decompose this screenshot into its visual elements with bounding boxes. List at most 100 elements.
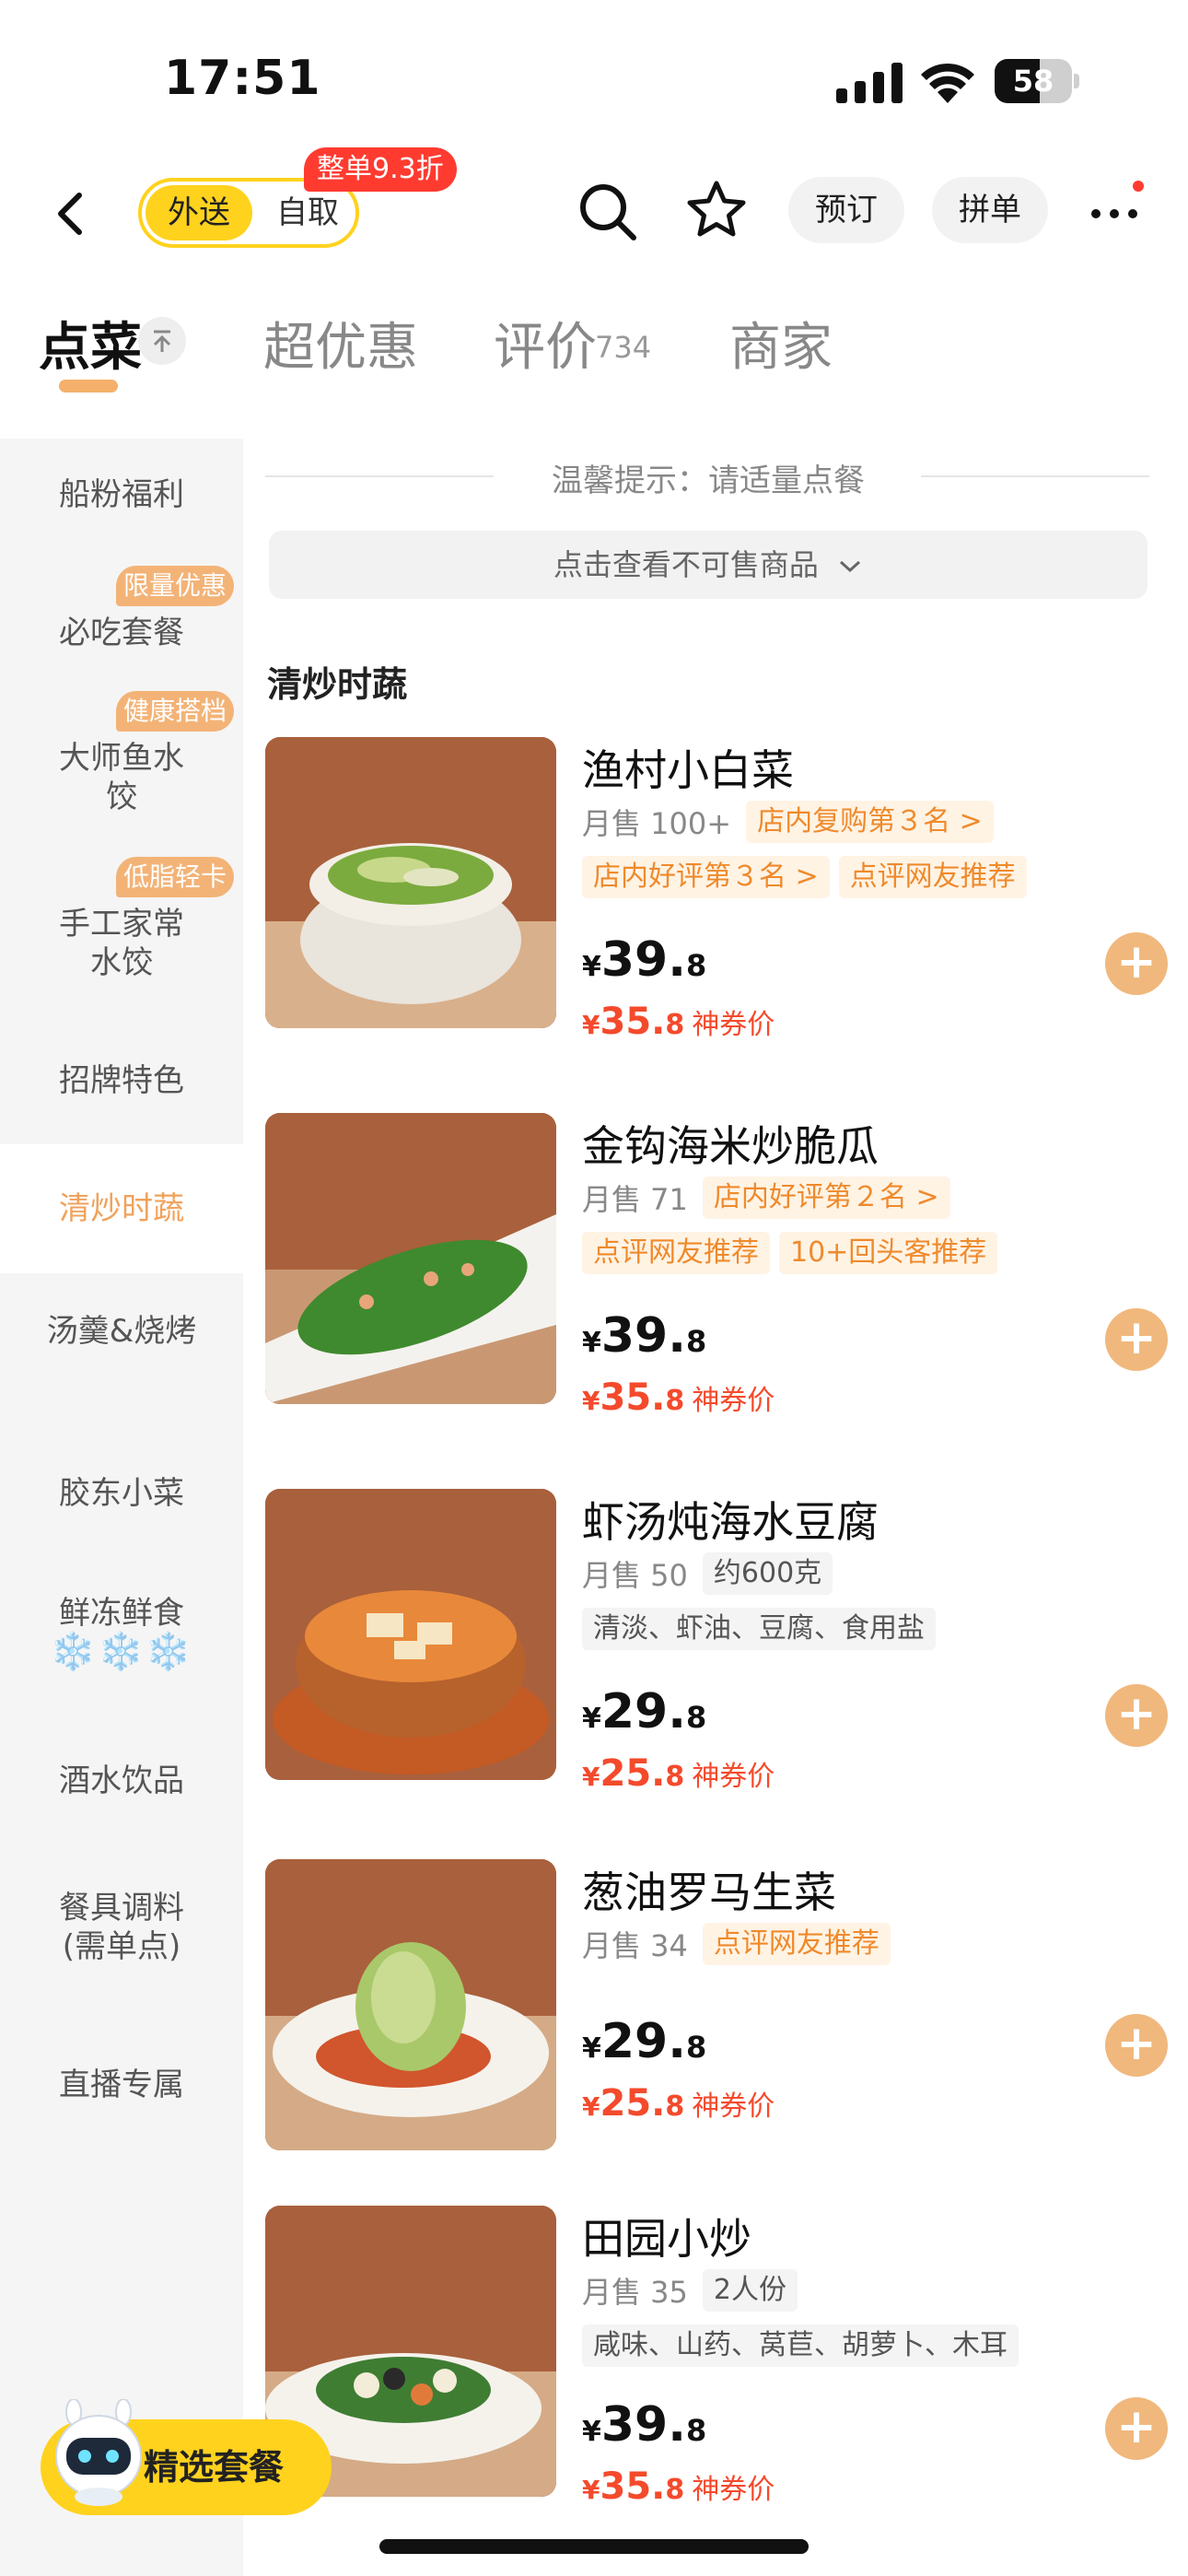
coupon-price: ¥35.8 神券价 — [582, 1001, 775, 1043]
monthly-sales: 月售 35 — [582, 2275, 688, 2310]
plus-icon: + — [1116, 1686, 1157, 1741]
sidebar-badge: 限量优惠 — [115, 566, 234, 606]
tab-deals[interactable]: 超优惠 — [263, 306, 418, 381]
recommend-tag: 10+回头客推荐 — [779, 1232, 998, 1274]
divider — [921, 475, 1149, 477]
search-icon[interactable] — [578, 182, 637, 241]
price: ¥29.8 — [582, 1684, 707, 1739]
nav-bar: 外送 自取 整单9.3折 预订 拼单 — [0, 147, 1188, 276]
dish-image[interactable] — [265, 1489, 556, 1780]
monthly-sales: 月售 71 — [582, 1182, 688, 1217]
status-time: 17:51 — [164, 51, 321, 106]
dish-image[interactable] — [265, 737, 556, 1028]
sidebar-item-drinks[interactable]: 酒水饮品 — [0, 1762, 243, 1817]
add-to-cart-button[interactable]: + — [1105, 1684, 1168, 1747]
back-icon[interactable] — [48, 184, 92, 243]
sidebar-badge: 低脂轻卡 — [115, 857, 234, 897]
add-to-cart-button[interactable]: + — [1105, 1308, 1168, 1371]
category-sidebar: 船粉福利 限量优惠 必吃套餐 健康搭档 大师鱼水饺 低脂轻卡 手工家常水饺 招牌… — [0, 439, 243, 2576]
snowflake-icon: ❄️❄️❄️ — [50, 1631, 193, 1673]
recommend-tag: 点评网友推荐 — [582, 1232, 770, 1274]
dish-name: 田园小炒 — [582, 2214, 751, 2264]
add-to-cart-button[interactable]: + — [1105, 2397, 1168, 2460]
recommend-tag: 点评网友推荐 — [702, 1923, 891, 1965]
recommend-tag: 点评网友推荐 — [838, 856, 1027, 898]
robot-mascot-icon — [55, 2399, 142, 2506]
signal-icon — [836, 63, 903, 103]
ingredients-tag: 清淡、虾油、豆腐、食用盐 — [582, 1608, 936, 1650]
home-indicator — [379, 2539, 809, 2554]
monthly-sales: 月售 50 — [582, 1558, 688, 1593]
notification-dot — [1133, 181, 1144, 192]
add-to-cart-button[interactable]: + — [1105, 2014, 1168, 2077]
featured-combo-button[interactable]: 精选套餐 — [41, 2399, 332, 2515]
pin-top-icon[interactable] — [138, 317, 186, 365]
dish-name: 金钩海米炒脆瓜 — [582, 1121, 879, 1171]
combo-label: 精选套餐 — [144, 2447, 285, 2488]
dish-card[interactable]: 渔村小白菜 月售 100+ 店内复购第３名 > 店内好评第３名 > 点评网友推荐… — [265, 737, 1168, 1043]
reviews-count: 734 — [595, 330, 652, 365]
dish-card[interactable]: 金钩海米炒脆瓜 月售 71 店内好评第２名 > 点评网友推荐 10+回头客推荐 … — [265, 1113, 1168, 1419]
category-title: 清炒时蔬 — [267, 664, 408, 705]
ingredients-tag: 咸味、山药、莴苣、胡萝卜、木耳 — [582, 2324, 1019, 2367]
ranking-tag[interactable]: 店内好评第３名 > — [582, 856, 830, 898]
dish-image[interactable] — [265, 1859, 556, 2150]
wifi-icon — [921, 63, 974, 103]
order-tip: 温馨提示：请适量点餐 — [552, 463, 865, 499]
plus-icon: + — [1116, 934, 1157, 989]
monthly-sales: 月售 100+ — [582, 806, 732, 841]
battery-icon: 58 — [995, 59, 1079, 103]
dish-image[interactable] — [265, 1113, 556, 1404]
sidebar-item-frozen[interactable]: 鲜冻鲜食 ❄️❄️❄️ — [0, 1594, 243, 1695]
sidebar-item-combo[interactable]: 限量优惠 必吃套餐 — [0, 566, 243, 667]
ranking-tag[interactable]: 店内好评第２名 > — [702, 1177, 950, 1219]
active-tab-indicator — [59, 380, 118, 392]
dish-name: 葱油罗马生菜 — [582, 1868, 836, 1917]
portion-tag: 约600克 — [702, 1552, 833, 1595]
price: ¥39.8 — [582, 1308, 707, 1364]
discount-badge: 整单9.3折 — [304, 147, 457, 192]
portion-tag: 2人份 — [702, 2269, 798, 2312]
tab-bar: 点菜 超优惠 评价 734 商家 — [0, 276, 1188, 415]
price: ¥29.8 — [582, 2014, 707, 2069]
reserve-button[interactable]: 预订 — [788, 177, 904, 243]
ranking-tag[interactable]: 店内复购第３名 > — [746, 801, 994, 843]
coupon-price: ¥35.8 神券价 — [582, 2465, 775, 2508]
dish-name: 虾汤炖海水豆腐 — [582, 1497, 879, 1547]
mode-pickup[interactable]: 自取 — [263, 185, 352, 240]
unavailable-items-toggle[interactable]: 点击查看不可售商品 — [269, 531, 1147, 599]
sidebar-item-vegetables[interactable]: 清炒时蔬 — [0, 1144, 243, 1273]
divider — [265, 475, 494, 477]
price: ¥39.8 — [582, 932, 707, 988]
dish-name: 渔村小白菜 — [582, 745, 794, 795]
sidebar-item-homemade-dumplings[interactable]: 低脂轻卡 手工家常水饺 — [0, 857, 243, 986]
sidebar-item-tableware[interactable]: 餐具调料(需单点) — [0, 1889, 243, 1981]
dish-card[interactable]: 虾汤炖海水豆腐 月售 50 约600克 清淡、虾油、豆腐、食用盐 ¥29.8 ¥… — [265, 1489, 1168, 1795]
group-order-button[interactable]: 拼单 — [932, 177, 1048, 243]
add-to-cart-button[interactable]: + — [1105, 932, 1168, 995]
sidebar-item-benefits[interactable]: 船粉福利 — [0, 475, 243, 531]
sidebar-item-signature[interactable]: 招牌特色 — [0, 1061, 243, 1117]
tab-merchant[interactable]: 商家 — [729, 306, 833, 381]
sidebar-item-fish-dumplings[interactable]: 健康搭档 大师鱼水饺 — [0, 691, 243, 820]
tab-reviews[interactable]: 评价 — [494, 306, 597, 381]
plus-icon: + — [1116, 1310, 1157, 1365]
sidebar-item-soup-bbq[interactable]: 汤羹&烧烤 — [0, 1312, 243, 1404]
plus-icon: + — [1116, 2399, 1157, 2454]
tab-menu[interactable]: 点菜 — [39, 306, 142, 381]
dish-card[interactable]: 葱油罗马生菜 月售 34 点评网友推荐 ¥29.8 ¥25.8 神券价 + — [265, 1859, 1168, 2163]
dish-card[interactable]: 田园小炒 月售 35 2人份 咸味、山药、莴苣、胡萝卜、木耳 ¥39.8 ¥35… — [265, 2206, 1168, 2510]
plus-icon: + — [1116, 2016, 1157, 2071]
mode-delivery[interactable]: 外送 — [146, 185, 252, 240]
battery-percent: 58 — [1012, 64, 1054, 99]
chevron-down-icon — [840, 560, 861, 573]
coupon-price: ¥25.8 神券价 — [582, 2082, 775, 2125]
price: ¥39.8 — [582, 2397, 707, 2453]
more-icon[interactable] — [1089, 195, 1144, 232]
sidebar-item-side-dishes[interactable]: 胶东小菜 — [0, 1474, 243, 1529]
favorite-star-icon[interactable] — [685, 179, 748, 241]
monthly-sales: 月售 34 — [582, 1928, 688, 1963]
coupon-price: ¥35.8 神券价 — [582, 1376, 775, 1419]
sidebar-item-live[interactable]: 直播专属 — [0, 2066, 243, 2121]
status-bar: 17:51 58 — [0, 0, 1188, 147]
